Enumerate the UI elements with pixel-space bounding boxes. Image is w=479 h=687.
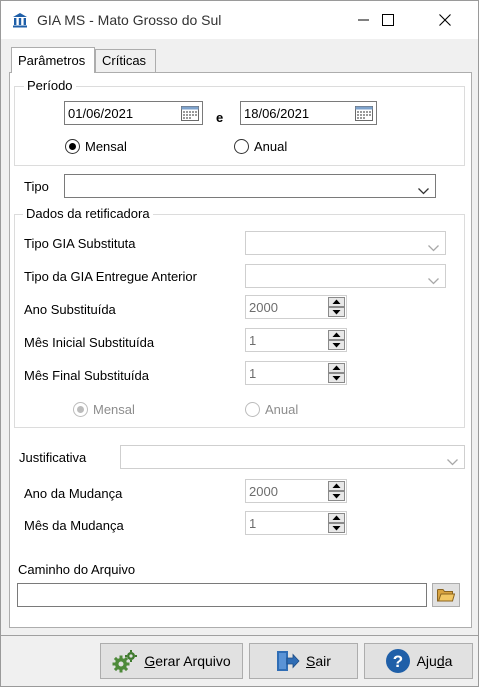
ajuda-mnemonic: d [436,653,445,669]
radio-indicator [245,402,260,417]
gerar-arquivo-button[interactable]: Gerar Arquivo [100,643,243,679]
start-date-value: 01/06/2021 [68,106,134,121]
gerar-arquivo-mnemonic: G [144,653,156,669]
sair-mnemonic: S [306,653,316,669]
chevron-down-icon [418,183,429,198]
footer-separator [1,635,478,636]
tab-criticas[interactable]: Críticas [95,49,156,73]
radio-indicator [65,139,80,154]
ano-substituida-value: 2000 [249,300,278,315]
end-date-field[interactable]: 18/06/2021 [240,101,377,125]
periodo-anual-radio[interactable]: Anual [234,139,287,154]
justificativa-label: Justificativa [19,450,87,465]
mes-mudanca-spinner[interactable]: 1 [245,511,347,535]
ano-mudanca-value: 2000 [249,484,278,499]
start-date-field[interactable]: 01/06/2021 [64,101,203,125]
mes-mudanca-label: Mês da Mudança [24,518,124,533]
end-date-value: 18/06/2021 [244,106,310,121]
spin-arrows-icon[interactable] [328,330,345,350]
tipo-select[interactable] [64,174,436,198]
main-window: GIA MS - Mato Grosso do Sul Parâmetros C… [0,0,479,687]
retificadora-mensal-radio[interactable]: Mensal [73,402,135,417]
mes-final-value: 1 [249,366,257,381]
ano-mudanca-label: Ano da Mudança [24,486,123,501]
tipo-label: Tipo [24,179,49,194]
chevron-down-icon [428,273,439,288]
mes-final-spinner[interactable]: 1 [245,361,347,385]
radio-indicator [234,139,249,154]
sair-label: air [315,653,331,669]
retificadora-anual-label: Anual [265,402,299,417]
periodo-legend: Período [24,78,76,93]
ano-substituida-spinner[interactable]: 2000 [245,295,347,319]
sair-button[interactable]: Sair [249,643,358,679]
close-button[interactable] [422,1,468,39]
caminho-arquivo-input[interactable] [17,583,427,607]
tab-parametros[interactable]: Parâmetros [11,47,95,73]
mes-inicial-value: 1 [249,333,257,348]
ajuda-label-post: a [444,653,453,669]
caminho-arquivo-label: Caminho do Arquivo [18,562,136,577]
ano-mudanca-spinner[interactable]: 2000 [245,479,347,503]
exit-door-icon [277,651,300,671]
help-icon: ? [385,649,410,673]
spin-arrows-icon[interactable] [328,363,345,383]
tipo-gia-substituta-select[interactable] [245,231,446,255]
periodo-anual-label: Anual [254,139,288,154]
gears-icon [112,650,138,673]
app-icon [11,11,29,29]
mes-mudanca-value: 1 [249,516,257,531]
window-title: GIA MS - Mato Grosso do Sul [37,12,222,28]
browse-folder-button[interactable] [432,583,460,607]
tipo-gia-entregue-select[interactable] [245,264,446,288]
chevron-down-icon [447,454,458,469]
svg-text:?: ? [392,652,402,671]
tipo-gia-entregue-label: Tipo da GIA Entregue Anterior [24,269,197,284]
mes-final-label: Mês Final Substituída [24,368,150,383]
tab-panel-parametros: Período 01/06/2021 e 18/06/2021 Mensal A… [9,72,472,628]
periodo-mensal-radio[interactable]: Mensal [65,139,127,154]
gerar-arquivo-label: erar Arquivo [155,653,231,669]
tipo-gia-substituta-label: Tipo GIA Substituta [24,236,136,251]
chevron-down-icon [428,240,439,255]
ajuda-button[interactable]: ? Ajuda [364,643,473,679]
ajuda-label-pre: Aju [416,653,437,669]
calendar-icon[interactable] [355,105,373,121]
ano-substituida-label: Ano Substituída [24,302,116,317]
periodo-mensal-label: Mensal [85,139,127,154]
spin-arrows-icon[interactable] [328,297,345,317]
title-bar: GIA MS - Mato Grosso do Sul [1,1,478,39]
maximize-button[interactable] [365,1,411,39]
radio-indicator [73,402,88,417]
date-range-separator: e [216,110,224,125]
folder-icon [437,589,455,602]
spin-arrows-icon[interactable] [328,481,345,501]
justificativa-select[interactable] [120,445,465,469]
retificadora-mensal-label: Mensal [93,402,135,417]
mes-inicial-label: Mês Inicial Substituída [24,335,155,350]
calendar-icon[interactable] [181,105,199,121]
periodo-group [14,86,465,166]
retificadora-legend: Dados da retificadora [23,206,153,221]
mes-inicial-spinner[interactable]: 1 [245,328,347,352]
retificadora-anual-radio[interactable]: Anual [245,402,298,417]
spin-arrows-icon[interactable] [328,513,345,533]
